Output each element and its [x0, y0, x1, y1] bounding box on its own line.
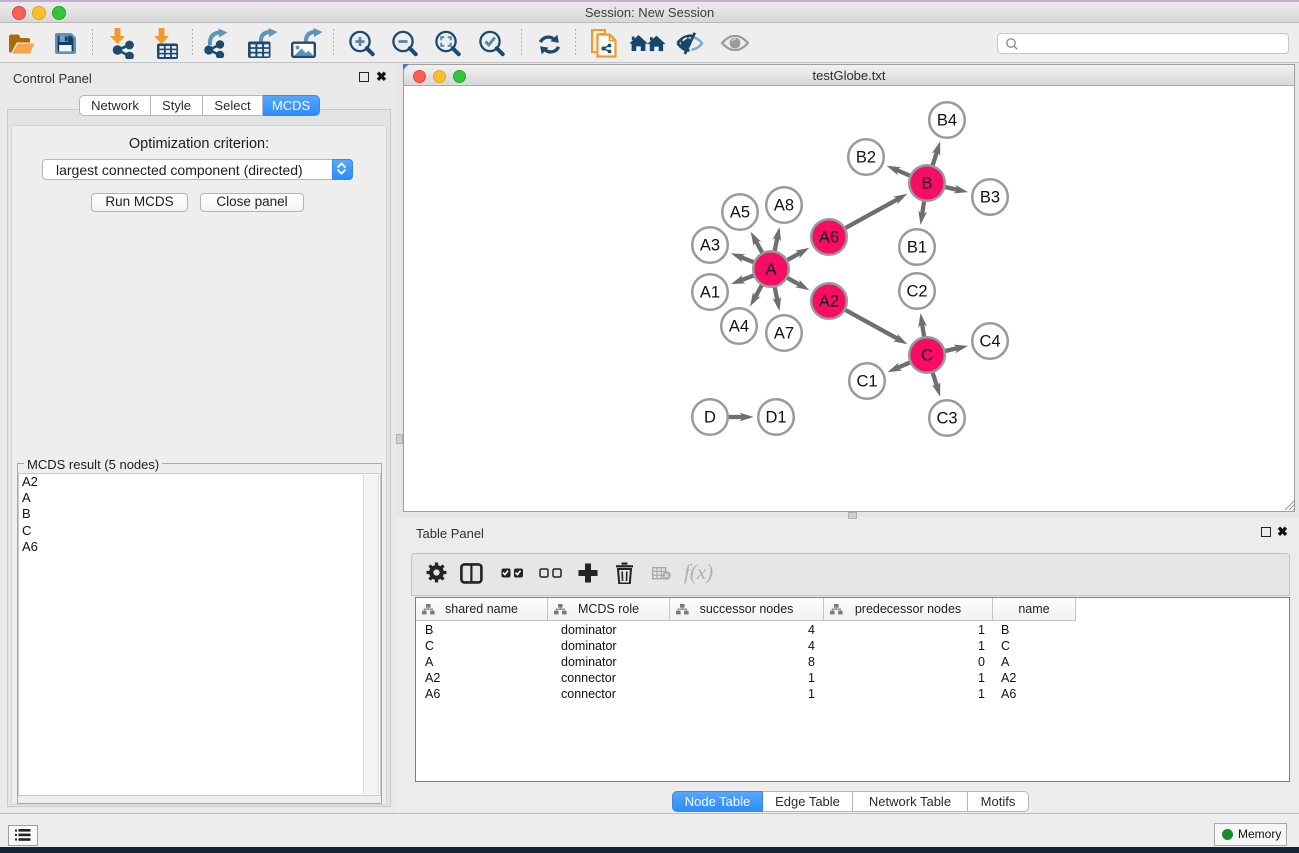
svg-text:D: D [704, 409, 716, 427]
svg-text:A8: A8 [774, 197, 794, 215]
svg-text:C: C [921, 347, 933, 365]
svg-text:B2: B2 [856, 149, 876, 167]
svg-text:C4: C4 [979, 333, 1000, 351]
svg-text:A4: A4 [729, 318, 749, 336]
svg-text:C3: C3 [936, 410, 957, 428]
svg-text:A3: A3 [700, 237, 720, 255]
svg-text:B4: B4 [937, 112, 957, 130]
svg-text:D1: D1 [765, 409, 786, 427]
svg-text:B1: B1 [907, 239, 927, 257]
svg-text:C2: C2 [906, 283, 927, 301]
svg-text:A7: A7 [774, 325, 794, 343]
svg-text:A5: A5 [730, 204, 750, 222]
svg-text:A: A [765, 261, 776, 279]
svg-text:B: B [921, 175, 932, 193]
svg-text:B3: B3 [980, 189, 1000, 207]
svg-text:A2: A2 [819, 293, 839, 311]
svg-text:A6: A6 [819, 229, 839, 247]
svg-text:C1: C1 [856, 373, 877, 391]
svg-text:A1: A1 [700, 284, 720, 302]
